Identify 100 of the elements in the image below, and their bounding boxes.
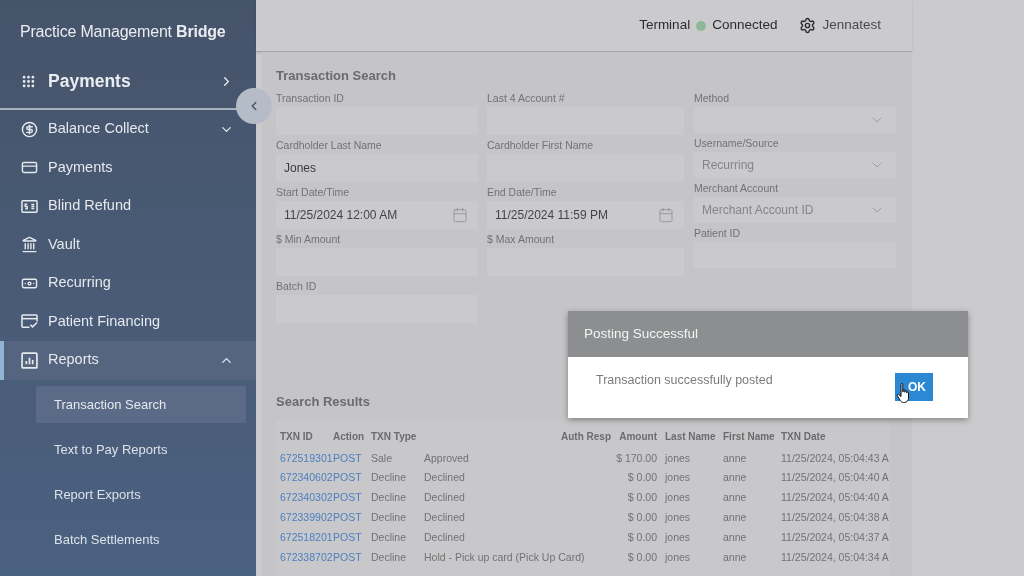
- field-label: Username/Source: [694, 136, 780, 150]
- terminal-label: Terminal: [639, 16, 691, 35]
- table-cell-text: Decline: [371, 509, 408, 525]
- column-header: Auth Resp: [560, 430, 612, 444]
- field-label: Transaction ID: [276, 91, 345, 105]
- table-cell-text: Declined: [424, 509, 466, 525]
- settings-icon: [799, 17, 817, 34]
- column-header: Last Name: [664, 430, 717, 444]
- table-cell-text: jones: [663, 450, 692, 466]
- calendar-icon: [452, 206, 468, 223]
- module-switcher[interactable]: Payments: [0, 54, 256, 108]
- app-logo: Practice Management Bridge: [20, 22, 226, 42]
- field-label: Last 4 Account #: [487, 91, 566, 105]
- bar-chart-icon: [21, 351, 38, 369]
- table-cell-text: jones: [663, 509, 692, 525]
- text-input[interactable]: Jones: [276, 153, 478, 182]
- grid-icon: [21, 73, 36, 89]
- field-label: Merchant Account: [694, 181, 780, 195]
- table-cell-text: $ 0.00: [626, 529, 658, 545]
- bank-icon: [21, 236, 38, 254]
- field-label: End Date/Time: [487, 185, 558, 199]
- field-label: $ Min Amount: [276, 232, 342, 246]
- nav-subitem[interactable]: Transaction Search: [36, 386, 246, 423]
- dialog-message: Transaction successfully posted: [596, 372, 773, 389]
- transaction-id-link[interactable]: 672518201: [276, 529, 333, 546]
- collapse-sidebar-button[interactable]: [236, 88, 272, 124]
- calendar-icon: [658, 206, 674, 223]
- field-label: Batch ID: [276, 279, 318, 293]
- transaction-id-link[interactable]: 672340302: [276, 490, 333, 506]
- select-field[interactable]: Merchant Account ID: [694, 196, 896, 223]
- nav-item[interactable]: Patient Financing: [0, 302, 256, 341]
- nav-item[interactable]: Vault: [0, 225, 256, 264]
- table-cell-text: Declined: [424, 470, 466, 486]
- transaction-id-link[interactable]: 672338702: [276, 549, 333, 566]
- transaction-id-link[interactable]: 672519301: [276, 450, 333, 467]
- table-cell-text: $ 0.00: [626, 470, 658, 486]
- column-header: TXN Date: [780, 430, 827, 444]
- table-cell-text: anne: [722, 450, 748, 466]
- column-header: TXN Type: [371, 430, 418, 444]
- select-field[interactable]: [694, 106, 896, 133]
- nav-item[interactable]: Blind Refund: [0, 187, 256, 226]
- post-link[interactable]: POST: [333, 509, 371, 526]
- table-cell-text: anne: [722, 549, 748, 565]
- column-header: Action: [333, 430, 366, 444]
- terminal-status: Connected: [712, 16, 778, 35]
- table-cell-text: Declined: [424, 529, 466, 545]
- field-label: $ Max Amount: [487, 232, 556, 246]
- table-cell-text: 11/25/2024, 05:04:43 A: [780, 450, 890, 466]
- date-field[interactable]: 11/25/2024 11:59 PM: [487, 200, 684, 229]
- nav-item[interactable]: Balance Collect: [0, 110, 256, 149]
- table-cell-text: 11/25/2024, 05:04:37 A: [780, 529, 890, 545]
- table-cell-text: Hold - Pick up card (Pick Up Card): [424, 549, 586, 565]
- table-cell-text: jones: [663, 470, 692, 486]
- field-label: Start Date/Time: [276, 185, 351, 199]
- column-header: Amount: [618, 430, 658, 444]
- post-link[interactable]: POST: [333, 549, 371, 566]
- table-cell-text: Decline: [371, 490, 408, 506]
- nav-subitem[interactable]: Batch Settlements: [36, 521, 246, 558]
- select-field[interactable]: Recurring: [694, 151, 896, 178]
- column-header: First Name: [722, 430, 776, 444]
- table-cell-text: anne: [722, 470, 748, 486]
- post-link[interactable]: POST: [333, 450, 371, 467]
- nav-subitem[interactable]: Report Exports: [36, 476, 246, 513]
- table-cell-text: anne: [722, 509, 748, 525]
- field-label: Method: [694, 91, 731, 105]
- table-cell-text: $ 0.00: [626, 509, 658, 525]
- section-title: Transaction Search: [276, 68, 396, 84]
- table-cell-text: $ 170.00: [615, 450, 658, 466]
- table-cell-text: $ 0.00: [626, 549, 658, 565]
- table-cell-text: Decline: [371, 549, 408, 565]
- dialog-title: Posting Successful: [584, 324, 699, 343]
- table-cell-text: Decline: [371, 529, 408, 545]
- transaction-id-link[interactable]: 672339902: [276, 509, 333, 526]
- receipt-icon: [21, 197, 38, 215]
- table-cell-text: 11/25/2024, 05:04:34 A: [780, 549, 890, 565]
- table-cell-text: jones: [663, 490, 692, 506]
- table-cell-text: anne: [722, 529, 748, 545]
- table-cell-text: jones: [663, 529, 692, 545]
- field-label: Cardholder First Name: [487, 138, 595, 152]
- nav-item[interactable]: Reports: [0, 341, 256, 380]
- user-menu[interactable]: Jennatest: [799, 15, 881, 36]
- nav-subitem[interactable]: Text to Pay Reports: [36, 431, 246, 468]
- post-link[interactable]: POST: [333, 529, 371, 546]
- transaction-id-link[interactable]: 672340602: [276, 470, 333, 487]
- table-cell-text: 11/25/2024, 05:04:38 A: [780, 509, 890, 525]
- table-cell-text: Declined: [424, 490, 466, 506]
- column-header: TXN ID: [279, 430, 314, 444]
- table-cell-text: 11/25/2024, 05:04:40 A: [780, 490, 890, 506]
- table-cell-text: $ 0.00: [626, 490, 658, 506]
- post-link[interactable]: POST: [333, 490, 371, 506]
- card-check-icon: [21, 313, 38, 331]
- nav-item[interactable]: Recurring: [0, 264, 256, 303]
- nav-item[interactable]: Payments: [0, 148, 256, 187]
- post-link[interactable]: POST: [333, 470, 371, 487]
- table-cell-text: Decline: [371, 470, 408, 486]
- field-label: Cardholder Last Name: [276, 138, 383, 152]
- table-cell-text: jones: [663, 549, 692, 565]
- date-field[interactable]: 11/25/2024 12:00 AM: [276, 200, 478, 229]
- table-cell-text: Approved: [424, 450, 470, 466]
- section-title: Search Results: [276, 393, 370, 410]
